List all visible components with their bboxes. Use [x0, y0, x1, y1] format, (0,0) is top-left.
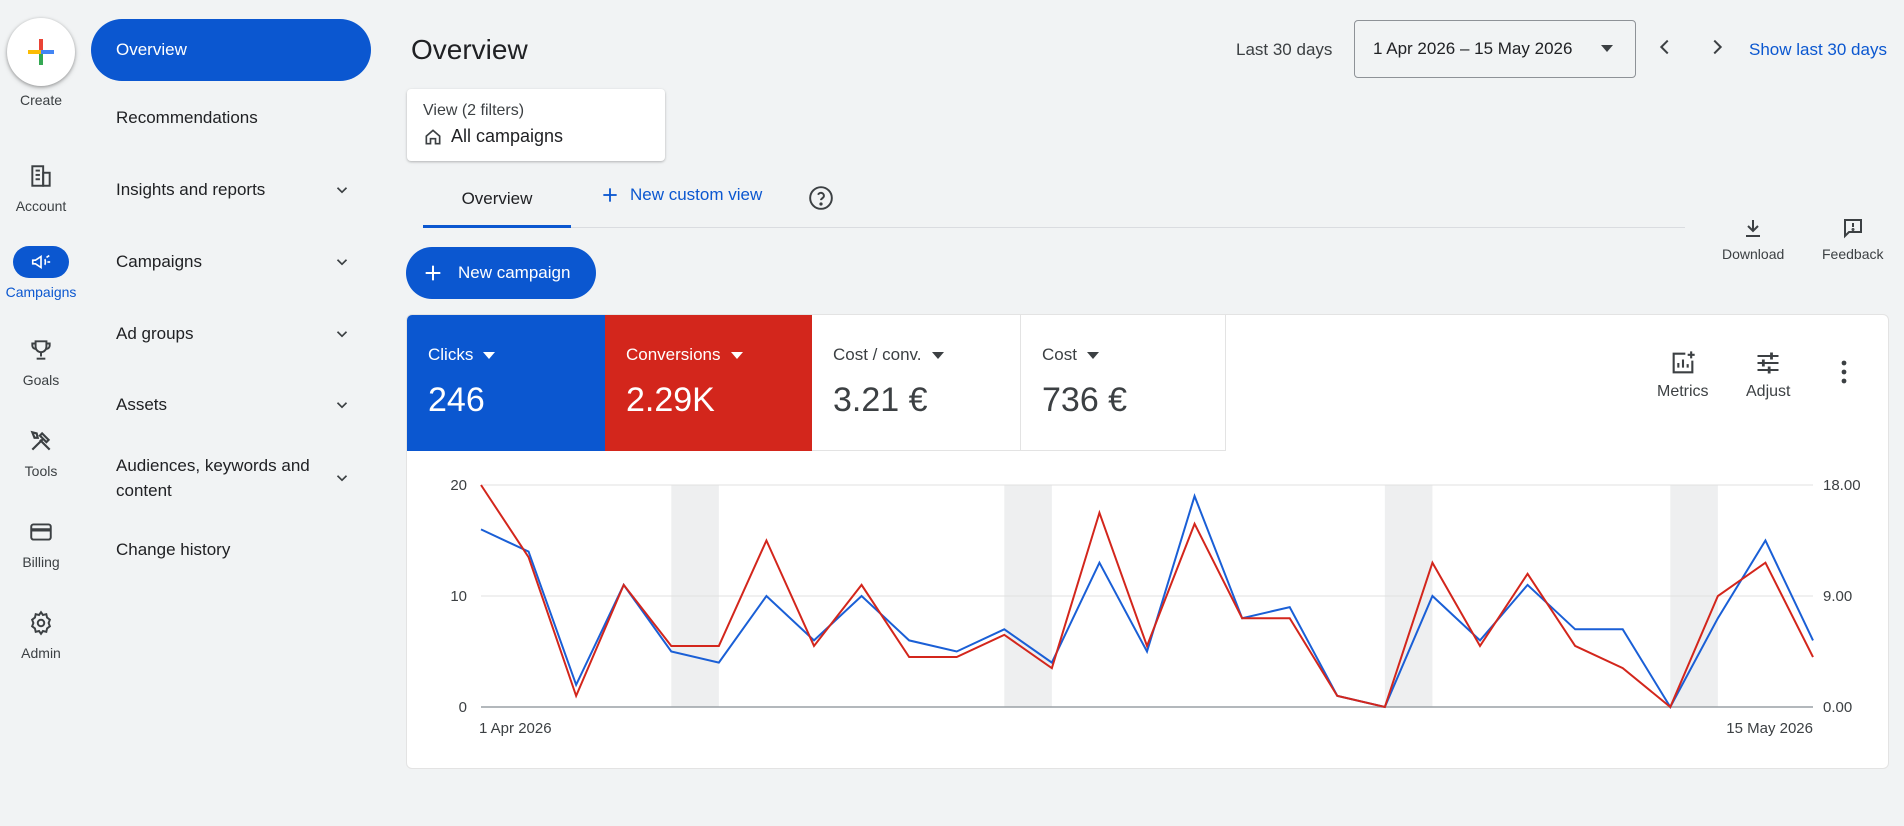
tab-new-custom-view[interactable]: New custom view	[600, 185, 762, 205]
feedback-label: Feedback	[1822, 246, 1884, 262]
download-button[interactable]: Download	[1722, 216, 1784, 262]
rail-item-account[interactable]: Account	[0, 160, 82, 214]
gear-icon	[13, 607, 69, 639]
download-icon	[1746, 220, 1761, 237]
rail-item-campaigns[interactable]: Campaigns	[0, 246, 82, 300]
home-icon	[425, 128, 441, 144]
tools-icon	[13, 425, 69, 457]
rail-label-billing: Billing	[22, 554, 60, 570]
megaphone-icon	[13, 246, 69, 278]
view-selector[interactable]: View (2 filters) All campaigns	[407, 89, 665, 161]
nav-item-change-history[interactable]: Change history	[91, 538, 371, 562]
new-campaign-button[interactable]: New campaign	[406, 247, 596, 299]
nav-item-recommendations[interactable]: Recommendations	[91, 106, 371, 130]
rail-item-billing[interactable]: Billing	[0, 516, 82, 570]
nav-item-assets[interactable]: Assets	[91, 393, 371, 417]
feedback-button[interactable]: Feedback	[1822, 216, 1883, 262]
chevron-down-icon	[336, 331, 348, 338]
nav-item-ad-groups[interactable]: Ad groups	[91, 322, 371, 346]
plus-icon	[425, 265, 441, 281]
nav-label-audiences: Audiences, keywords and content	[116, 456, 310, 500]
nav-label-recommendations: Recommendations	[116, 108, 258, 127]
nav-item-campaigns[interactable]: Campaigns	[91, 250, 371, 274]
nav-item-audiences[interactable]: Audiences, keywords and content	[91, 452, 371, 504]
trophy-icon	[13, 334, 69, 366]
show-last-30-days-link[interactable]: Show last 30 days	[1749, 40, 1887, 60]
nav-label-campaigns: Campaigns	[116, 252, 202, 271]
create-plus-icon	[7, 18, 75, 86]
create-label: Create	[19, 92, 63, 108]
nav-label-ad-groups: Ad groups	[116, 324, 194, 343]
feedback-icon	[1843, 219, 1862, 239]
new-custom-view-label: New custom view	[630, 185, 763, 204]
chevron-down-icon	[336, 259, 348, 266]
date-range-value: 1 Apr 2026 – 15 May 2026	[1373, 39, 1573, 58]
performance-card: Clicks 246 Conversions 2.29K Cost / conv…	[406, 314, 1889, 769]
rail-label-campaigns: Campaigns	[5, 284, 77, 300]
chevron-down-icon	[336, 475, 348, 482]
previous-period-button[interactable]	[1650, 32, 1680, 62]
help-icon[interactable]	[808, 185, 834, 216]
new-campaign-label: New campaign	[458, 263, 571, 282]
rail-label-goals: Goals	[22, 372, 60, 388]
rail-item-goals[interactable]: Goals	[0, 334, 82, 388]
date-range-picker[interactable]: 1 Apr 2026 – 15 May 2026	[1354, 20, 1636, 78]
y-left-tick-label: 10	[450, 588, 467, 605]
rail-label-account: Account	[15, 198, 67, 214]
chevron-right-icon	[1713, 39, 1723, 55]
chevron-down-icon	[336, 402, 348, 409]
nav-item-overview[interactable]: Overview	[91, 19, 371, 81]
x-start-label: 1 Apr 2026	[479, 720, 552, 737]
tabs-divider	[423, 227, 1685, 228]
rail-item-tools[interactable]: Tools	[0, 425, 82, 479]
nav-label-change-history: Change history	[116, 540, 231, 559]
create-button[interactable]: Create	[0, 18, 82, 108]
rail-label-tools: Tools	[24, 463, 58, 479]
view-name: All campaigns	[451, 126, 564, 146]
next-period-button[interactable]	[1702, 32, 1732, 62]
caret-down-icon	[1601, 45, 1613, 52]
chevron-left-icon	[1659, 39, 1669, 55]
nav-item-insights[interactable]: Insights and reports	[91, 178, 371, 202]
nav-label-assets: Assets	[116, 395, 168, 414]
credit-card-icon	[13, 516, 69, 548]
nav-label-insights: Insights and reports	[116, 180, 266, 199]
building-icon	[13, 160, 69, 192]
rail-item-admin[interactable]: Admin	[0, 607, 82, 661]
rail-label-admin: Admin	[21, 645, 61, 661]
x-end-label: 15 May 2026	[1726, 720, 1813, 737]
y-right-tick-label: 9.00	[1823, 588, 1852, 605]
plus-icon	[603, 188, 617, 202]
y-left-tick-label: 0	[459, 699, 467, 716]
y-right-tick-label: 0.00	[1823, 699, 1852, 716]
y-left-tick-label: 20	[450, 477, 467, 494]
range-label: Last 30 days	[1236, 40, 1333, 59]
tab-overview[interactable]: Overview	[423, 172, 571, 228]
performance-line-chart: 0 0.00 10 9.00 20 18.00 1 Apr 2026 15 May 2026	[450, 477, 1861, 737]
view-filters-label: View (2 filters)	[423, 102, 525, 119]
download-label: Download	[1722, 246, 1785, 262]
nav-label-overview: Overview	[116, 40, 187, 59]
y-right-tick-label: 18.00	[1823, 477, 1861, 494]
page-title: Overview	[411, 34, 528, 65]
chevron-down-icon	[336, 187, 348, 194]
left-rail: Create Account Campaigns Goals Tools Bil…	[0, 0, 82, 826]
